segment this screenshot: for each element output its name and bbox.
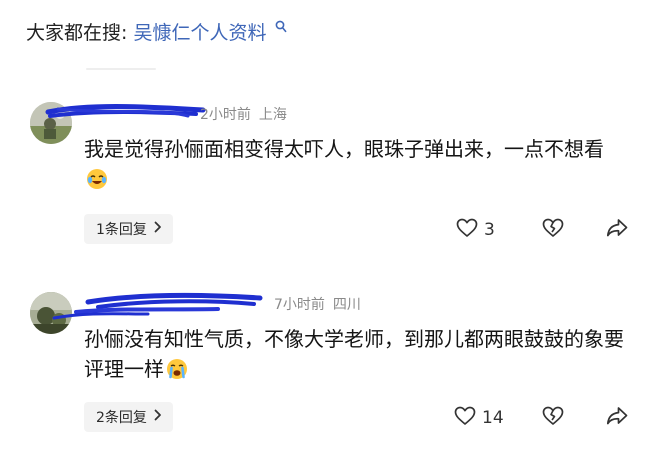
dislike-button[interactable] <box>542 218 564 242</box>
crying-emoji <box>166 358 188 388</box>
comment-location: 上海 <box>258 107 287 123</box>
share-arrow-icon <box>606 406 628 430</box>
view-replies-button[interactable]: 2条回复 <box>84 402 173 432</box>
comment-meta: 7小时前 四川 <box>84 294 361 314</box>
search-icon[interactable] <box>275 14 287 40</box>
broken-heart-icon <box>542 406 564 430</box>
share-button[interactable] <box>606 218 628 242</box>
comment-location: 四川 <box>332 297 361 313</box>
like-count: 14 <box>482 408 504 428</box>
username-redacted[interactable] <box>84 297 274 313</box>
comment-text: 孙俪没有知性气质，不像大学老师，到那儿都两眼鼓鼓的象要评理一样 <box>84 324 624 388</box>
like-button[interactable]: 14 <box>454 406 504 430</box>
search-suggestion[interactable]: 大家都在搜: 吴慷仁个人资料 <box>26 14 287 46</box>
heart-icon <box>456 218 478 242</box>
divider <box>86 68 156 70</box>
share-arrow-icon <box>606 218 628 242</box>
search-suggestion-term[interactable]: 吴慷仁个人资料 <box>133 22 266 44</box>
username-redacted[interactable] <box>84 107 200 123</box>
comment-text: 我是觉得孙俪面相变得太吓人，眼珠子弹出来，一点不想看 <box>84 134 624 198</box>
comment-time: 2小时前 <box>200 107 251 123</box>
view-replies-button[interactable]: 1条回复 <box>84 214 173 244</box>
like-count: 3 <box>484 220 495 240</box>
comment-time: 7小时前 <box>274 297 325 313</box>
comment-body: 我是觉得孙俪面相变得太吓人，眼珠子弹出来，一点不想看 <box>84 137 604 161</box>
comment-page: 大家都在搜: 吴慷仁个人资料 2小时前 上海 我是觉得孙俪面相变得太吓人，眼珠子… <box>0 0 660 460</box>
crying-laughing-emoji <box>86 168 108 198</box>
replies-label: 2条回复 <box>96 410 147 426</box>
like-button[interactable]: 3 <box>456 218 495 242</box>
dislike-button[interactable] <box>542 406 564 430</box>
replies-label: 1条回复 <box>96 222 147 238</box>
chevron-right-icon <box>154 409 162 425</box>
heart-icon <box>454 406 476 430</box>
search-suggestion-prefix: 大家都在搜: <box>26 22 128 44</box>
comment-body: 孙俪没有知性气质，不像大学老师，到那儿都两眼鼓鼓的象要评理一样 <box>84 327 624 381</box>
comment-meta: 2小时前 上海 <box>84 104 287 124</box>
broken-heart-icon <box>542 218 564 242</box>
share-button[interactable] <box>606 406 628 430</box>
chevron-right-icon <box>154 221 162 237</box>
